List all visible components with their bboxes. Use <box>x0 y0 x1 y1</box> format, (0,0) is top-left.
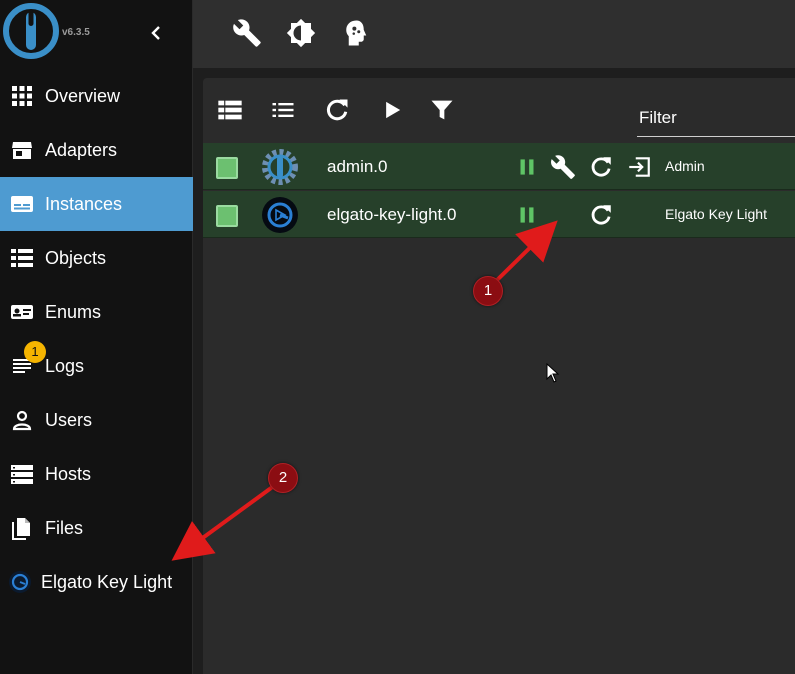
filter-input-label[interactable]: Filter <box>639 108 677 128</box>
sidebar-item-label: Adapters <box>45 139 118 160</box>
sidebar-item-objects[interactable]: Objects <box>0 231 193 285</box>
play-icon[interactable] <box>378 96 406 124</box>
grid-icon <box>12 86 32 106</box>
sidebar-item-hosts[interactable]: Hosts <box>0 447 193 501</box>
instances-icon <box>11 196 33 212</box>
filter-input-underline[interactable] <box>637 136 795 137</box>
sidebar-item-label: Users <box>45 409 93 430</box>
sidebar-item-instances[interactable]: Instances <box>0 177 193 231</box>
wrench-icon[interactable] <box>550 154 576 180</box>
sidebar-item-label: Hosts <box>45 463 92 484</box>
pause-icon[interactable] <box>514 202 540 228</box>
brightness-icon[interactable] <box>286 18 316 48</box>
top-toolbar <box>193 0 795 68</box>
instances-panel: Filter admin.0 Admin elgato-key-light.0 … <box>203 78 795 674</box>
open-link-icon[interactable] <box>626 154 652 180</box>
files-icon <box>12 518 30 540</box>
elgato-adapter-icon <box>262 197 298 233</box>
sidebar-item-overview[interactable]: Overview <box>0 69 193 123</box>
sidebar-item-label: Instances <box>45 193 123 214</box>
sidebar-item-elgato-key-light[interactable]: Elgato Key Light <box>0 555 193 609</box>
instance-title: Elgato Key Light <box>665 206 767 222</box>
user-icon <box>12 410 32 431</box>
table-row[interactable]: elgato-key-light.0 Elgato Key Light <box>203 191 795 238</box>
expert-mode-icon[interactable] <box>340 18 370 48</box>
sidebar-item-adapters[interactable]: Adapters <box>0 123 193 177</box>
sidebar-item-label: Overview <box>45 85 121 106</box>
sidebar-item-users[interactable]: Users <box>0 393 193 447</box>
instance-enabled-checkbox[interactable] <box>216 205 238 227</box>
sidebar-item-label: Enums <box>45 301 102 322</box>
sidebar-item-enums[interactable]: Enums <box>0 285 193 339</box>
iobroker-logo-icon[interactable] <box>2 2 60 60</box>
annotation-marker-2: 2 <box>268 463 298 493</box>
filter-icon[interactable] <box>428 96 456 124</box>
logs-count-badge: 1 <box>24 341 46 363</box>
restart-icon[interactable] <box>588 154 614 180</box>
mouse-cursor-icon <box>546 363 560 383</box>
chevron-left-icon[interactable] <box>146 22 168 44</box>
server-icon <box>11 465 33 484</box>
sidebar-item-label: Files <box>45 517 84 538</box>
sidebar-item-label: Objects <box>45 247 107 268</box>
wrench-icon[interactable] <box>232 18 262 48</box>
elgato-icon <box>9 571 31 593</box>
list-icon <box>11 249 33 267</box>
instance-title: Admin <box>665 158 705 174</box>
sidebar-item-label: Logs <box>45 355 85 376</box>
enum-card-icon <box>11 305 33 319</box>
instance-name: elgato-key-light.0 <box>327 205 457 224</box>
instance-enabled-checkbox[interactable] <box>216 157 238 179</box>
instance-name: admin.0 <box>327 157 388 176</box>
refresh-icon[interactable] <box>323 96 351 124</box>
list-view-icon[interactable] <box>269 96 297 124</box>
table-row[interactable]: admin.0 Admin <box>203 143 795 190</box>
version-label: v6.3.5 <box>62 27 90 38</box>
store-icon <box>12 142 32 159</box>
sidebar-item-files[interactable]: Files <box>0 501 193 555</box>
restart-icon[interactable] <box>588 202 614 228</box>
sidebar-item-label: Elgato Key Light <box>41 571 173 592</box>
table-view-icon[interactable] <box>216 96 244 124</box>
admin-adapter-icon <box>262 149 298 185</box>
annotation-marker-1: 1 <box>473 276 503 306</box>
sidebar: v6.3.5 Overview Adapters Instances Objec… <box>0 0 193 674</box>
pause-icon[interactable] <box>514 154 540 180</box>
